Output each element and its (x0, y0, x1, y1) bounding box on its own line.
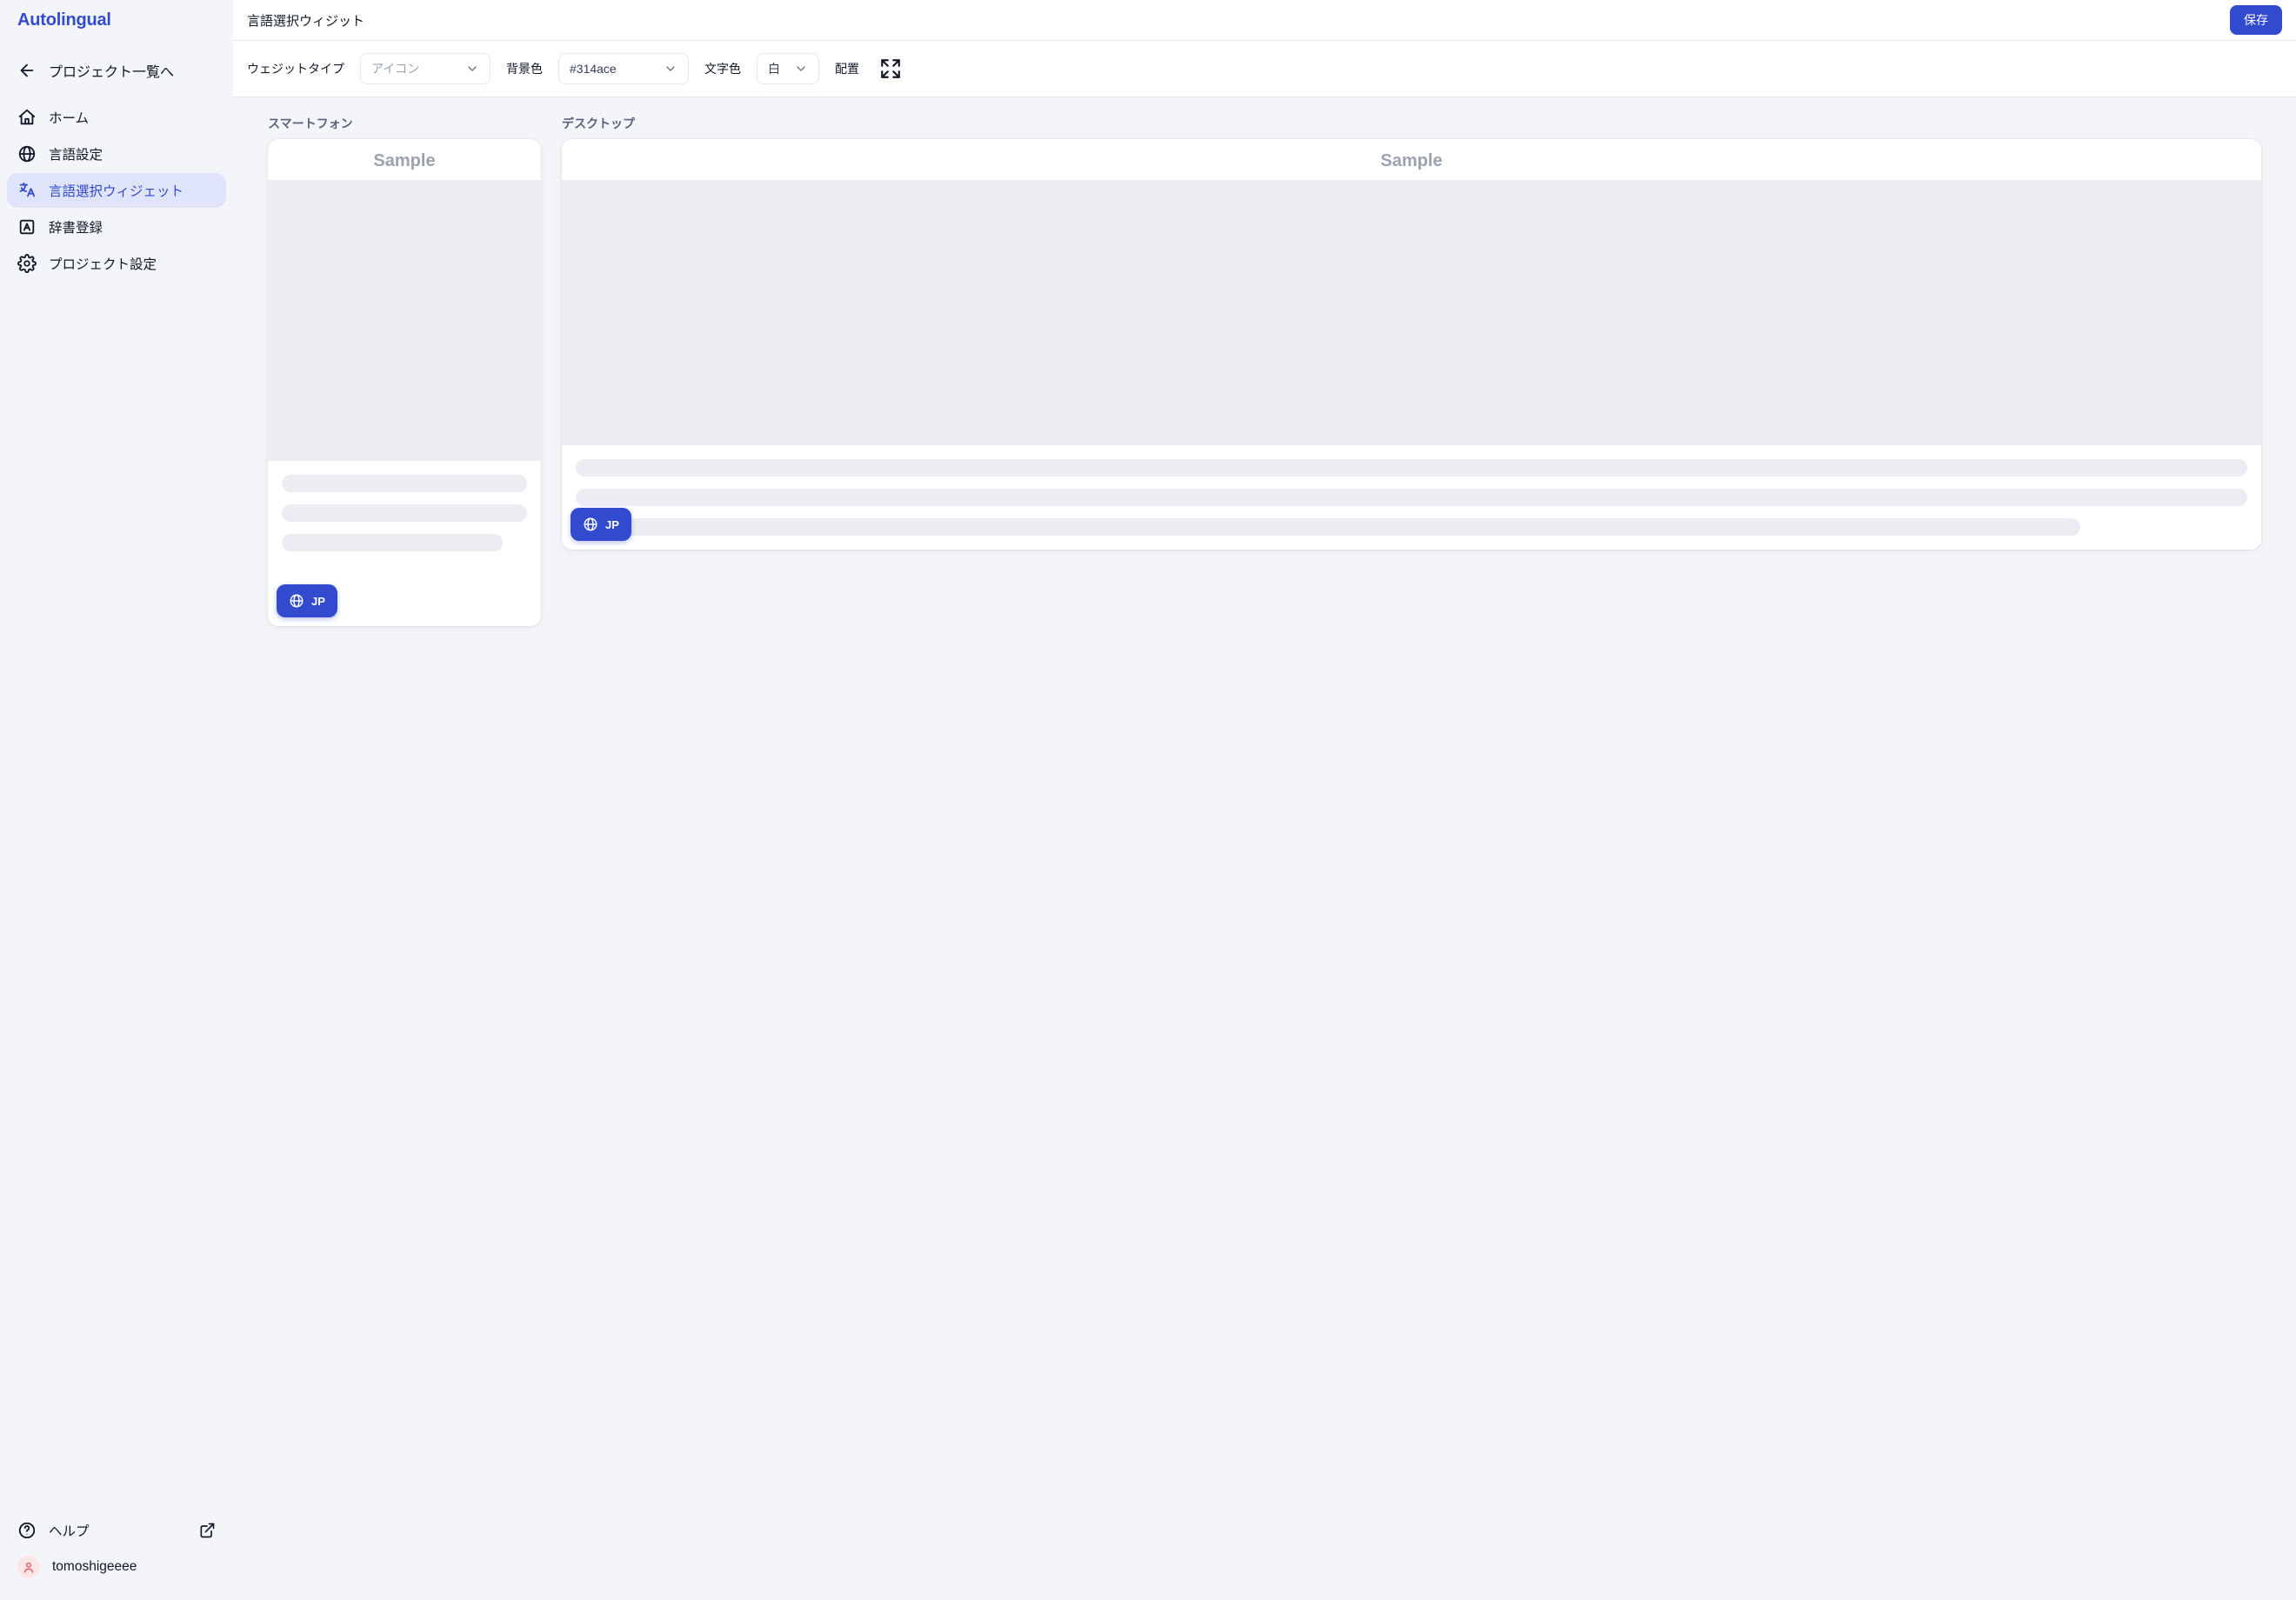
skeleton-line (282, 475, 527, 492)
preview-desktop-column: デスクトップ Sample JP (562, 115, 2261, 550)
device-body-desktop (562, 180, 2261, 445)
device-frame-phone: Sample JP (268, 139, 541, 626)
nav-dictionary[interactable]: 辞書登録 (7, 210, 226, 244)
sidebar-nav: ホーム 言語設定 言語選択ウィジェット 辞書登録 (0, 95, 233, 286)
chevron-down-icon (465, 62, 479, 76)
skeleton-line (282, 534, 503, 551)
nav-language-widget-label: 言語選択ウィジェット (49, 181, 184, 200)
language-widget-chip-desktop[interactable]: JP (571, 508, 631, 541)
preview-phone-column: スマートフォン Sample JP (268, 115, 541, 626)
main: 言語選択ウィジット 保存 ウェジットタイプ アイコン 背景色 #314ace 文… (233, 0, 2296, 1600)
nav-dictionary-label: 辞書登録 (49, 217, 103, 237)
nav-home-label: ホーム (49, 108, 89, 127)
sidebar: Autolingual プロジェクト一覧へ ホーム 言語設定 (0, 0, 233, 1600)
sample-title-phone: Sample (268, 139, 541, 180)
skeleton-line (576, 459, 2247, 477)
nav-project-settings[interactable]: プロジェクト設定 (7, 246, 226, 281)
bg-color-select[interactable]: #314ace (558, 53, 689, 84)
widget-lang-code: JP (605, 518, 619, 531)
nav-language-settings[interactable]: 言語設定 (7, 137, 226, 171)
globe-icon (583, 517, 598, 532)
bg-color-value: #314ace (570, 62, 617, 76)
save-button[interactable]: 保存 (2230, 5, 2282, 35)
chevron-down-icon (664, 62, 677, 76)
translate-icon (17, 181, 37, 200)
device-frame-desktop: Sample JP (562, 139, 2261, 550)
skeleton-line (576, 489, 2247, 506)
toolbar: ウェジットタイプ アイコン 背景色 #314ace 文字色 白 (233, 41, 2296, 97)
help-icon (17, 1521, 37, 1540)
preview-canvas: スマートフォン Sample JP (233, 97, 2296, 1600)
brand: Autolingual (0, 0, 233, 41)
language-widget-chip-phone[interactable]: JP (277, 584, 337, 617)
user-name: tomoshigeeee (52, 1559, 137, 1575)
skeleton-line (576, 518, 2080, 536)
globe-icon (17, 144, 37, 163)
page-title: 言語選択ウィジット (247, 11, 364, 30)
widget-type-label: ウェジットタイプ (247, 60, 344, 77)
help-label: ヘルプ (49, 1521, 90, 1540)
placement-button[interactable] (875, 53, 906, 84)
account-row[interactable]: tomoshigeeee (7, 1548, 226, 1586)
fg-color-value: 白 (768, 60, 780, 77)
fg-color-label: 文字色 (704, 60, 741, 77)
sample-title-desktop: Sample (562, 139, 2261, 180)
brand-text: Autolingual (17, 10, 111, 30)
topbar: 言語選択ウィジット 保存 (233, 0, 2296, 41)
arrow-left-icon (17, 61, 37, 80)
letter-a-icon (17, 217, 37, 237)
nav-project-settings-label: プロジェクト設定 (49, 254, 157, 273)
back-label: プロジェクト一覧へ (49, 60, 174, 81)
help-link[interactable]: ヘルプ (7, 1513, 226, 1548)
widget-type-value: アイコン (371, 60, 419, 77)
widget-lang-code: JP (311, 595, 325, 608)
expand-icon (879, 57, 902, 80)
home-icon (17, 108, 37, 127)
settings-icon (17, 254, 37, 273)
preview-desktop-label: デスクトップ (562, 115, 2261, 132)
nav-home[interactable]: ホーム (7, 100, 226, 135)
bg-color-label: 背景色 (506, 60, 543, 77)
fg-color-select[interactable]: 白 (757, 53, 819, 84)
nav-language-settings-label: 言語設定 (49, 144, 103, 163)
layout-label: 配置 (835, 60, 859, 77)
avatar (17, 1556, 40, 1578)
external-link-icon (198, 1522, 216, 1539)
chevron-down-icon (794, 62, 808, 76)
skeleton-line (282, 504, 527, 522)
widget-type-select[interactable]: アイコン (360, 53, 491, 84)
back-to-projects[interactable]: プロジェクト一覧へ (7, 53, 226, 88)
device-body-phone (268, 180, 541, 461)
globe-icon (289, 593, 304, 609)
preview-phone-label: スマートフォン (268, 115, 541, 132)
nav-language-widget[interactable]: 言語選択ウィジェット (7, 173, 226, 208)
device-footer-desktop (562, 445, 2261, 550)
